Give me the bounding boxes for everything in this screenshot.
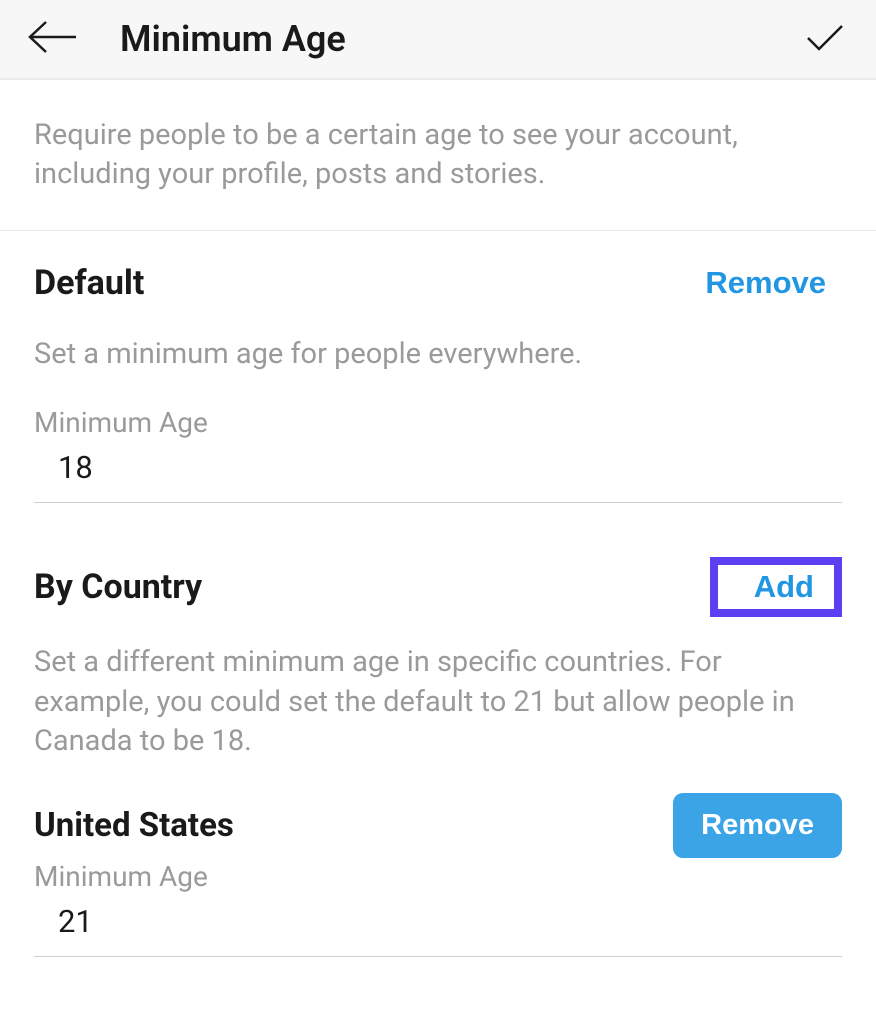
default-age-input[interactable]: 18 xyxy=(34,449,842,503)
back-arrow-icon[interactable] xyxy=(24,18,78,60)
default-section-header: Default Remove xyxy=(34,257,842,309)
by-country-description: Set a different minimum age in specific … xyxy=(34,643,842,760)
page-description: Require people to be a certain age to se… xyxy=(34,116,842,194)
country-remove-button[interactable]: Remove xyxy=(673,793,842,858)
country-entry: United States Remove Minimum Age 21 xyxy=(34,793,842,957)
check-icon[interactable] xyxy=(804,20,846,58)
header-bar: Minimum Age xyxy=(0,0,876,80)
by-country-title: By Country xyxy=(34,567,202,607)
page-description-section: Require people to be a certain age to se… xyxy=(0,80,876,231)
country-entry-header: United States Remove xyxy=(34,793,842,858)
page-title: Minimum Age xyxy=(120,18,346,60)
country-field-label: Minimum Age xyxy=(34,860,842,893)
default-field-label: Minimum Age xyxy=(34,406,842,439)
default-remove-button[interactable]: Remove xyxy=(689,257,842,309)
default-section: Default Remove Set a minimum age for peo… xyxy=(0,231,876,503)
default-description: Set a minimum age for people everywhere. xyxy=(34,335,842,374)
add-country-button[interactable]: Add xyxy=(710,557,842,617)
by-country-section-header: By Country Add xyxy=(34,557,842,617)
header-left: Minimum Age xyxy=(24,18,346,60)
by-country-section: By Country Add Set a different minimum a… xyxy=(0,503,876,956)
country-name: United States xyxy=(34,806,234,845)
default-title: Default xyxy=(34,263,144,303)
country-age-input[interactable]: 21 xyxy=(34,903,842,957)
